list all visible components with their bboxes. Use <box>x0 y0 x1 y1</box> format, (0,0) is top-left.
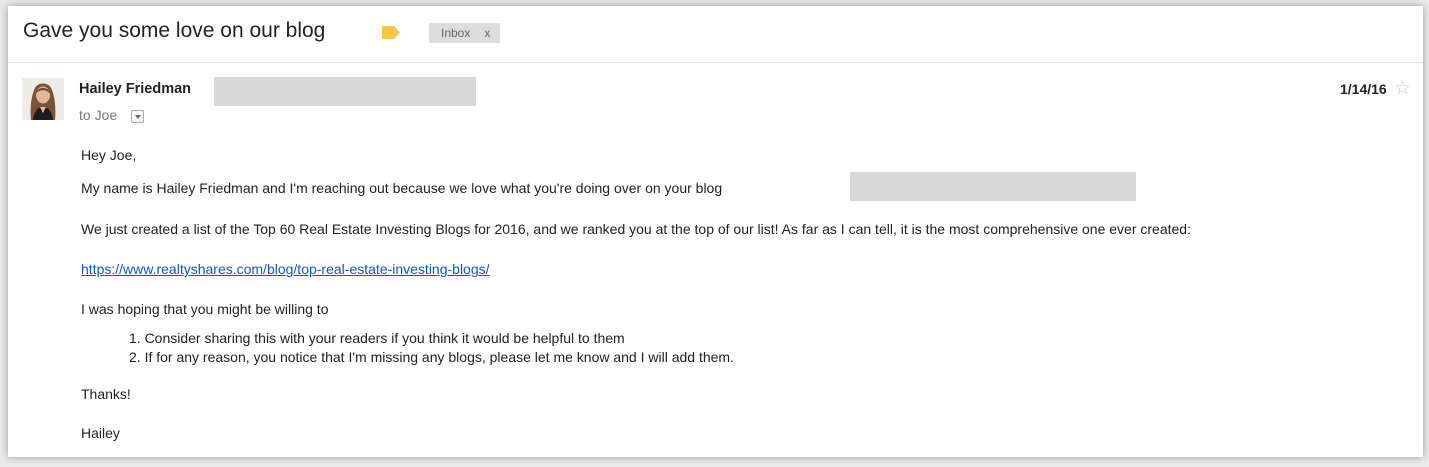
show-details-dropdown-icon[interactable] <box>131 110 144 123</box>
inbox-label-text: Inbox <box>441 26 471 40</box>
list-item: 1. Consider sharing this with your reade… <box>129 330 625 346</box>
subject-header: Gave you some love on our blog Inbox x <box>8 6 1423 63</box>
remove-label-button[interactable]: x <box>484 26 490 40</box>
email-thread: Gave you some love on our blog Inbox x Ha… <box>8 6 1423 457</box>
redacted-sender-email <box>214 77 476 106</box>
avatar[interactable] <box>22 78 64 120</box>
inbox-label: Inbox x <box>429 23 501 43</box>
redacted-blog-name <box>850 172 1136 201</box>
star-icon[interactable]: ☆ <box>1394 79 1411 98</box>
intro-paragraph: My name is Hailey Friedman and I'm reach… <box>81 180 723 196</box>
recipient-line: to Joe <box>79 107 118 123</box>
sender-photo-icon <box>22 78 64 120</box>
greeting: Hey Joe, <box>81 147 137 163</box>
thanks-line: Thanks! <box>81 386 131 402</box>
signature: Hailey <box>81 425 120 441</box>
announcement-paragraph: We just created a list of the Top 60 Rea… <box>81 221 1191 237</box>
sender-name[interactable]: Hailey Friedman <box>79 81 191 97</box>
email-subject: Gave you some love on our blog <box>23 19 326 42</box>
message-date: 1/14/16 <box>1340 81 1387 97</box>
important-marker-icon[interactable] <box>382 26 400 39</box>
ask-paragraph: I was hoping that you might be willing t… <box>81 301 329 317</box>
blog-list-link[interactable]: https://www.realtyshares.com/blog/top-re… <box>81 261 490 277</box>
list-item: 2. If for any reason, you notice that I'… <box>129 349 734 365</box>
